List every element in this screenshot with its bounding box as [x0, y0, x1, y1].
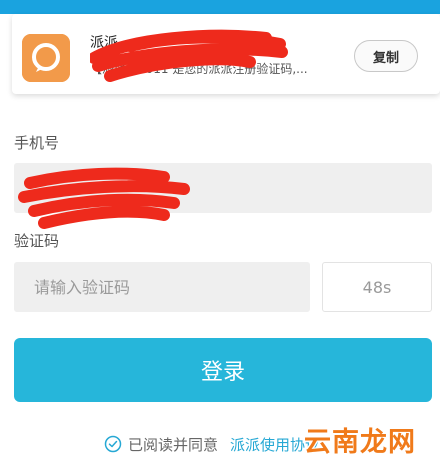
status-bar — [0, 0, 440, 14]
redaction-scribble — [18, 167, 190, 229]
phone-label: 手机号 — [14, 134, 60, 152]
agreement-row: 已阅读并同意 派派使用协议 — [104, 432, 320, 456]
agreement-text: 已阅读并同意 — [128, 435, 219, 454]
resend-countdown: 48s — [322, 262, 432, 312]
verification-code-input[interactable] — [14, 262, 310, 312]
chat-bubble-icon — [22, 34, 70, 82]
check-circle-icon[interactable] — [104, 435, 122, 453]
site-watermark: 云南龙网 — [304, 427, 416, 458]
code-label: 验证码 — [14, 232, 60, 250]
redaction-scribble — [90, 29, 288, 82]
login-button[interactable]: 登录 — [14, 338, 432, 402]
sms-notification[interactable]: 派派 【派派】1011 是您的派派注册验证码,... 复制 — [12, 14, 440, 94]
copy-button[interactable]: 复制 — [354, 40, 418, 72]
